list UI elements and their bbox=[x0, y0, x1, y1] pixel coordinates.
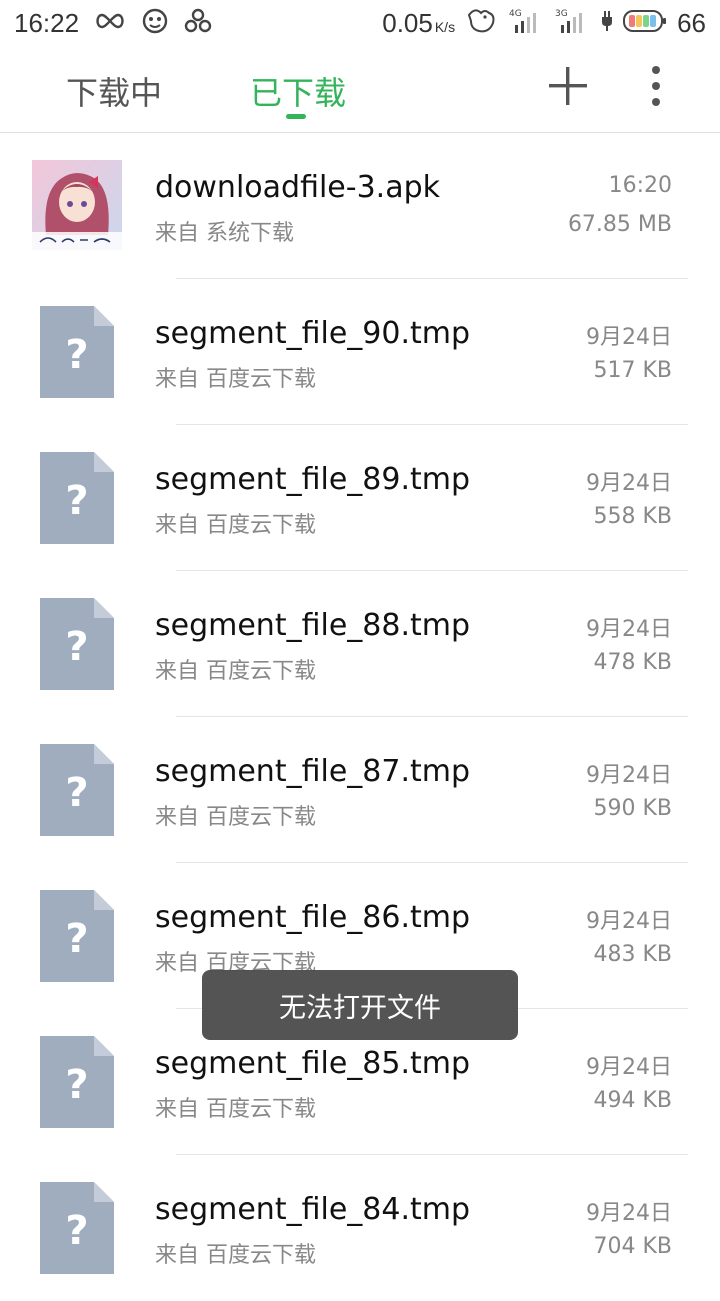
toast-message: 无法打开文件 bbox=[202, 970, 518, 1040]
file-size: 483 KB bbox=[593, 942, 672, 967]
signal-4g-icon: 4G bbox=[509, 7, 545, 39]
unknown-file-icon: ? bbox=[40, 744, 114, 836]
file-source: 来自 百度云下载 bbox=[155, 513, 316, 538]
battery-percent: 66 bbox=[677, 7, 706, 38]
gamepad-icon bbox=[141, 7, 169, 39]
file-size: 67.85 MB bbox=[567, 212, 672, 237]
network-speed: 0.05 K/s bbox=[382, 8, 455, 39]
svg-text:?: ? bbox=[65, 1062, 88, 1108]
svg-text:?: ? bbox=[65, 624, 88, 670]
network-1-label: 4G bbox=[509, 9, 522, 19]
file-name: segment_file_85.tmp bbox=[155, 1046, 471, 1081]
file-size: 494 KB bbox=[593, 1088, 672, 1113]
infinity-icon bbox=[93, 11, 127, 35]
plus-icon bbox=[549, 67, 587, 105]
file-row[interactable]: ? segment_file_90.tmp 来自 百度云下载 9月24日 517… bbox=[0, 279, 720, 425]
file-date: 9月24日 bbox=[586, 325, 672, 350]
status-bar: 16:22 0.05 K/s 4G 3G 66 bbox=[0, 0, 720, 46]
add-button[interactable] bbox=[546, 64, 590, 108]
file-size: 478 KB bbox=[593, 650, 672, 675]
svg-text:?: ? bbox=[65, 770, 88, 816]
speed-unit: K/s bbox=[434, 18, 456, 35]
file-row[interactable]: ? segment_file_87.tmp 来自 百度云下载 9月24日 590… bbox=[0, 717, 720, 863]
cloverleaf-icon bbox=[183, 7, 213, 39]
tab-bar: 下载中 已下载 bbox=[0, 46, 720, 133]
svg-text:?: ? bbox=[65, 478, 88, 524]
downloaded-file-list: downloadfile-3.apk 来自 系统下载 16:20 67.85 M… bbox=[0, 133, 720, 1301]
file-date: 9月24日 bbox=[586, 471, 672, 496]
file-size: 517 KB bbox=[593, 358, 672, 383]
unknown-file-icon: ? bbox=[40, 890, 114, 982]
more-options-button[interactable] bbox=[636, 64, 676, 108]
file-name: segment_file_86.tmp bbox=[155, 900, 471, 935]
file-date: 9月24日 bbox=[586, 909, 672, 934]
file-date: 9月24日 bbox=[586, 763, 672, 788]
file-source: 来自 百度云下载 bbox=[155, 1097, 316, 1122]
file-name: segment_file_90.tmp bbox=[155, 316, 471, 351]
unknown-file-icon: ? bbox=[40, 598, 114, 690]
file-source: 来自 百度云下载 bbox=[155, 805, 316, 830]
tab-downloaded[interactable]: 已下载 bbox=[250, 68, 346, 114]
file-size: 704 KB bbox=[593, 1234, 672, 1259]
speed-value: 0.05 bbox=[382, 7, 433, 38]
battery-icon bbox=[623, 9, 667, 37]
file-name: segment_file_87.tmp bbox=[155, 754, 471, 789]
active-tab-indicator bbox=[286, 114, 306, 119]
more-vertical-icon bbox=[652, 66, 660, 106]
file-row[interactable]: ? segment_file_88.tmp 来自 百度云下载 9月24日 478… bbox=[0, 571, 720, 717]
file-date: 9月24日 bbox=[586, 1201, 672, 1226]
file-source: 来自 百度云下载 bbox=[155, 367, 316, 392]
signal-3g-icon: 3G bbox=[555, 7, 591, 39]
file-date: 16:20 bbox=[608, 173, 672, 198]
file-date: 9月24日 bbox=[586, 1055, 672, 1080]
file-date: 9月24日 bbox=[586, 617, 672, 642]
file-row[interactable]: downloadfile-3.apk 来自 系统下载 16:20 67.85 M… bbox=[0, 133, 720, 279]
charging-icon bbox=[601, 9, 613, 37]
svg-text:?: ? bbox=[65, 332, 88, 378]
unknown-file-icon: ? bbox=[40, 306, 114, 398]
file-name: segment_file_84.tmp bbox=[155, 1192, 471, 1227]
file-name: downloadfile-3.apk bbox=[155, 170, 440, 205]
file-name: segment_file_88.tmp bbox=[155, 608, 471, 643]
file-name: segment_file_89.tmp bbox=[155, 462, 471, 497]
unknown-file-icon: ? bbox=[40, 1036, 114, 1128]
status-time: 16:22 bbox=[14, 7, 80, 38]
svg-text:?: ? bbox=[65, 916, 88, 962]
unknown-file-icon: ? bbox=[40, 452, 114, 544]
tab-downloading[interactable]: 下载中 bbox=[66, 68, 162, 114]
file-row[interactable]: ? segment_file_84.tmp 来自 百度云下载 9月24日 704… bbox=[0, 1155, 720, 1301]
bird-icon bbox=[465, 5, 499, 41]
file-source: 来自 百度云下载 bbox=[155, 1243, 316, 1268]
file-size: 590 KB bbox=[593, 796, 672, 821]
file-row[interactable]: ? segment_file_89.tmp 来自 百度云下载 9月24日 558… bbox=[0, 425, 720, 571]
unknown-file-icon: ? bbox=[40, 1182, 114, 1274]
file-source: 来自 系统下载 bbox=[155, 221, 294, 246]
file-size: 558 KB bbox=[593, 504, 672, 529]
app-thumbnail bbox=[32, 160, 122, 250]
svg-text:?: ? bbox=[65, 1208, 88, 1254]
file-source: 来自 百度云下载 bbox=[155, 659, 316, 684]
network-2-label: 3G bbox=[555, 9, 568, 19]
